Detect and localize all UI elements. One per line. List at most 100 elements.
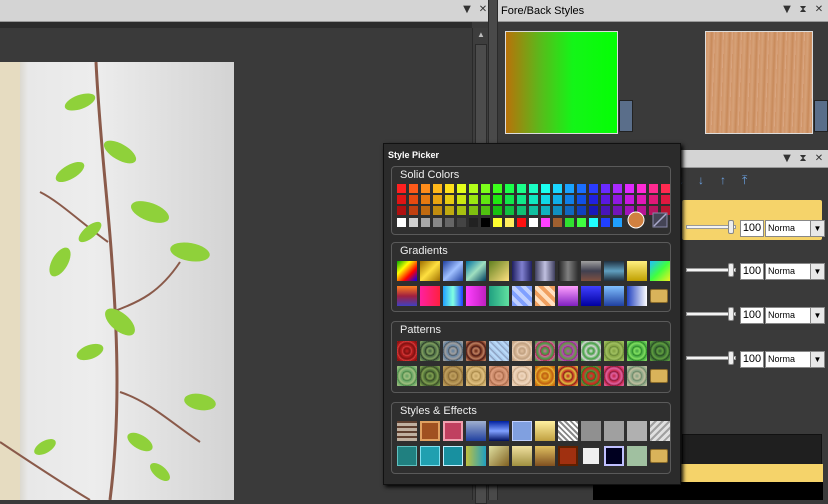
foreground-swap-icon[interactable] (619, 100, 633, 132)
opacity-slider-thumb[interactable] (728, 220, 734, 234)
pattern-swatch[interactable] (466, 366, 486, 386)
effect-swatch[interactable] (512, 446, 532, 466)
effect-swatch[interactable] (420, 446, 440, 466)
pattern-swatch[interactable] (489, 341, 509, 361)
arrow-down-icon[interactable]: ↓ (698, 173, 704, 187)
effect-swatch[interactable] (558, 421, 578, 441)
effect-swatch[interactable] (627, 421, 647, 441)
gradient-swatch[interactable] (650, 261, 670, 281)
pattern-swatch[interactable] (558, 366, 578, 386)
chevron-down-icon[interactable]: ▼ (810, 352, 824, 367)
opacity-input[interactable]: 100 (740, 351, 764, 368)
document-image[interactable] (0, 62, 234, 500)
arrow-up-icon[interactable]: ↑ (720, 173, 726, 187)
opacity-slider-thumb[interactable] (728, 351, 734, 365)
pattern-swatch[interactable] (489, 366, 509, 386)
effect-swatch[interactable] (489, 446, 509, 466)
pin-icon[interactable]: ⧗ (797, 153, 809, 165)
gradient-swatch[interactable] (581, 286, 601, 306)
pattern-swatch[interactable] (581, 366, 601, 386)
gradient-swatch[interactable] (397, 286, 417, 306)
effect-swatch[interactable] (535, 421, 555, 441)
opacity-input[interactable]: 100 (740, 220, 764, 237)
effect-swatch[interactable] (420, 421, 440, 441)
gradient-swatch[interactable] (489, 286, 509, 306)
pattern-swatch[interactable] (420, 366, 440, 386)
pattern-swatch[interactable] (466, 341, 486, 361)
chevron-down-icon[interactable]: ▼ (781, 153, 793, 165)
pattern-swatch[interactable] (627, 366, 647, 386)
pattern-swatch[interactable] (581, 341, 601, 361)
pattern-swatch[interactable] (512, 366, 532, 386)
gradient-swatch[interactable] (604, 261, 624, 281)
gradient-swatch[interactable] (604, 286, 624, 306)
gradient-swatch[interactable] (535, 261, 555, 281)
folder-icon[interactable] (650, 289, 668, 303)
gradient-swatch[interactable] (512, 286, 532, 306)
effect-swatch[interactable] (397, 421, 417, 441)
pattern-swatch[interactable] (627, 341, 647, 361)
solid-color-swatches[interactable] (397, 183, 672, 233)
opacity-input[interactable]: 100 (740, 307, 764, 324)
gradient-swatch[interactable] (627, 286, 647, 306)
chevron-down-icon[interactable]: ▼ (461, 4, 473, 16)
background-style-swatch[interactable] (705, 31, 813, 134)
gradient-swatch[interactable] (512, 261, 532, 281)
folder-icon[interactable] (650, 449, 668, 463)
gradient-swatch[interactable] (581, 261, 601, 281)
opacity-input[interactable]: 100 (740, 263, 764, 280)
pattern-swatch[interactable] (397, 341, 417, 361)
gradient-swatch[interactable] (420, 261, 440, 281)
effect-swatch[interactable] (535, 446, 555, 466)
effect-swatch[interactable] (466, 446, 486, 466)
effect-swatch[interactable] (581, 421, 601, 441)
gradient-swatch[interactable] (420, 286, 440, 306)
gradient-swatch[interactable] (466, 286, 486, 306)
close-icon[interactable]: ✕ (813, 4, 825, 16)
effect-swatch[interactable] (604, 421, 624, 441)
effect-swatch[interactable] (581, 446, 601, 466)
gradient-swatch[interactable] (558, 286, 578, 306)
pattern-swatch[interactable] (650, 341, 670, 361)
gradient-swatch[interactable] (397, 261, 417, 281)
pattern-swatch[interactable] (512, 341, 532, 361)
gradient-swatch[interactable] (443, 286, 463, 306)
effect-swatch[interactable] (650, 421, 670, 441)
close-icon[interactable]: ✕ (813, 153, 825, 165)
folder-icon[interactable] (650, 369, 668, 383)
foreground-style-swatch[interactable] (505, 31, 618, 134)
blend-mode-select[interactable]: Norma ▼ (765, 307, 825, 324)
blend-mode-select[interactable]: Norma ▼ (765, 220, 825, 237)
opacity-slider-thumb[interactable] (728, 263, 734, 277)
effect-swatch[interactable] (558, 446, 578, 466)
scroll-up-icon[interactable]: ▲ (476, 30, 486, 40)
pattern-swatch[interactable] (420, 341, 440, 361)
effect-swatch[interactable] (489, 421, 509, 441)
effect-swatch[interactable] (443, 446, 463, 466)
effect-swatch[interactable] (443, 421, 463, 441)
pin-icon[interactable]: ⧗ (797, 4, 809, 16)
effect-swatch[interactable] (397, 446, 417, 466)
pattern-swatch[interactable] (535, 366, 555, 386)
gradient-swatch[interactable] (443, 261, 463, 281)
chevron-down-icon[interactable]: ▼ (810, 308, 824, 323)
gradient-swatch[interactable] (627, 261, 647, 281)
effect-swatch[interactable] (604, 446, 624, 466)
gradient-swatch[interactable] (489, 261, 509, 281)
pattern-swatch[interactable] (604, 341, 624, 361)
effect-swatch[interactable] (466, 421, 486, 441)
blend-mode-select[interactable]: Norma ▼ (765, 263, 825, 280)
pattern-swatch[interactable] (535, 341, 555, 361)
chevron-down-icon[interactable]: ▼ (810, 264, 824, 279)
solid-colors-grid[interactable] (397, 183, 672, 233)
pattern-swatch[interactable] (558, 341, 578, 361)
effect-swatch[interactable] (627, 446, 647, 466)
gradient-swatch[interactable] (558, 261, 578, 281)
background-swap-icon[interactable] (814, 100, 828, 132)
gradient-swatch[interactable] (535, 286, 555, 306)
pattern-swatch[interactable] (443, 341, 463, 361)
pattern-swatch[interactable] (443, 366, 463, 386)
pattern-swatch[interactable] (397, 366, 417, 386)
effect-swatch[interactable] (512, 421, 532, 441)
move-to-top-icon[interactable]: ⤒ (742, 173, 747, 188)
